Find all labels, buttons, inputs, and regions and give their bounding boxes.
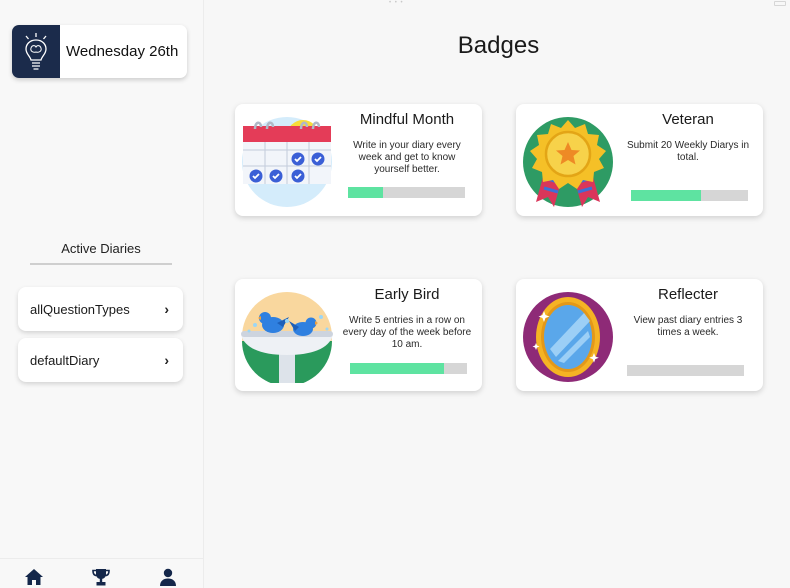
badge-card-veteran[interactable]: Veteran Submit 20 Weekly Diarys in total… [516, 104, 763, 216]
badge-card-early-bird[interactable]: Early Bird Write 5 entries in a row on e… [235, 279, 482, 391]
calendar-icon [241, 116, 333, 208]
progress-fill [350, 363, 444, 374]
badge-progress-bar [627, 365, 744, 376]
badge-title: Veteran [662, 111, 714, 128]
badge-title: Early Bird [374, 286, 440, 303]
lightbulb-brain-icon [12, 25, 60, 78]
trophy-icon[interactable] [91, 568, 111, 588]
date-card: Wednesday 26th [12, 25, 187, 78]
multitask-dots: • • • [389, 0, 404, 6]
person-icon[interactable] [158, 568, 178, 588]
chevron-right-icon: › [164, 301, 169, 317]
badge-progress-bar [348, 187, 465, 198]
progress-fill [631, 190, 702, 201]
badge-description: Write in your diary every week and get t… [353, 140, 461, 175]
page-title: Badges [457, 32, 540, 59]
badge-title: Reflecter [657, 286, 719, 303]
date-label: Wednesday 26th [66, 43, 179, 60]
progress-fill [348, 187, 384, 198]
badge-card-reflecter[interactable]: Reflecter View past diary entries 3 time… [516, 279, 763, 391]
mirror-icon [522, 291, 614, 383]
diary-item-label: defaultDiary [30, 352, 100, 368]
divider [30, 263, 172, 265]
chevron-right-icon: › [164, 352, 169, 368]
medal-icon [522, 116, 614, 208]
badge-title: Mindful Month [359, 111, 455, 128]
badge-card-mindful-month[interactable]: Mindful Month Write in your diary every … [235, 104, 482, 216]
birdbath-icon [241, 291, 333, 386]
sidebar: Wednesday 26th Active Diaries allQuestio… [0, 0, 204, 588]
diary-item-defaultdiary[interactable]: defaultDiary › [18, 338, 183, 382]
bottom-nav [0, 558, 204, 588]
diary-item-label: allQuestionTypes [30, 301, 130, 317]
badge-description: View past diary entries 3 times a week. [633, 315, 743, 338]
diary-item-allquestiontypes[interactable]: allQuestionTypes › [18, 287, 183, 331]
badge-progress-bar [631, 190, 748, 201]
battery-icon [774, 1, 786, 6]
badge-description: Submit 20 Weekly Diarys in total. [626, 140, 750, 163]
home-icon[interactable] [24, 568, 44, 588]
badge-description: Write 5 entries in a row on every day of… [342, 315, 472, 350]
badge-progress-bar [350, 363, 467, 374]
active-diaries-heading: Active Diaries [61, 241, 141, 256]
